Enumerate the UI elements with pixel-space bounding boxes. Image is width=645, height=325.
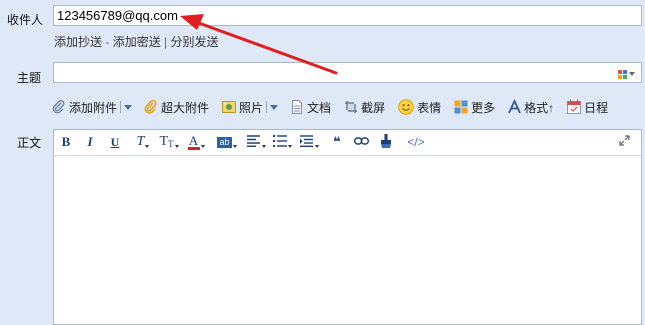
bold-icon: B — [61, 134, 71, 149]
calendar-icon — [567, 100, 582, 114]
add-attachment-button[interactable]: 添加附件 — [52, 99, 117, 116]
chevron-down-icon — [174, 144, 179, 148]
big-attachment-label: 超大附件 — [161, 100, 210, 115]
bg-color-icon: ab — [217, 136, 232, 148]
apps-grid-icon — [454, 100, 468, 114]
font-size-small-t: T — [168, 139, 174, 149]
add-attachment-label: 添加附件 — [69, 100, 118, 115]
attachment-dropdown-icon[interactable] — [124, 104, 133, 110]
document-icon — [290, 100, 304, 114]
recipient-label: 收件人 — [7, 13, 44, 27]
align-button[interactable] — [246, 134, 266, 150]
italic-icon: I — [87, 134, 93, 149]
code-icon: </> — [407, 135, 425, 149]
scissors-icon — [344, 100, 358, 114]
link-button[interactable] — [353, 134, 369, 150]
divider — [120, 101, 122, 113]
format-button[interactable]: 格式↑ — [508, 98, 555, 116]
indent-icon — [299, 134, 314, 150]
add-cc-link[interactable]: 添加抄送 — [54, 35, 102, 49]
chevron-down-icon — [261, 144, 266, 148]
divider — [266, 101, 268, 113]
font-color-bar — [187, 146, 200, 150]
recipient-field[interactable]: 123456789@qq.com — [53, 5, 642, 26]
separate-send-link[interactable]: 分别发送 — [171, 35, 219, 49]
subject-label: 主题 — [17, 71, 42, 85]
format-label: 格式↑ — [524, 100, 555, 115]
bullet-list-icon — [272, 134, 287, 150]
divider: | — [164, 35, 168, 49]
photo-icon — [222, 100, 237, 114]
screenshot-button[interactable]: 截屏 — [344, 99, 385, 116]
emoji-label: 表情 — [417, 100, 442, 115]
more-button[interactable]: 更多 — [454, 99, 495, 116]
calendar-button[interactable]: 日程 — [567, 99, 608, 116]
document-button[interactable]: 文档 — [290, 99, 331, 116]
font-color-letter: A — [188, 132, 199, 148]
photo-button[interactable]: 照片 — [222, 99, 263, 116]
paperclip-icon — [52, 100, 66, 114]
font-family-icon: T — [136, 134, 145, 149]
quote-button[interactable]: ❝ — [330, 134, 344, 150]
big-paperclip-icon — [144, 99, 158, 114]
chevron-down-icon — [145, 144, 150, 148]
editor-toolbar: B I U T T T A ab ❝ </> — [54, 130, 641, 156]
smiley-icon — [398, 99, 414, 115]
separator: - — [102, 35, 113, 49]
bullet-list-button[interactable] — [272, 134, 292, 150]
bold-button[interactable]: B — [60, 134, 72, 150]
recipient-value: 123456789@qq.com — [57, 8, 178, 23]
source-code-button[interactable]: </> — [404, 134, 428, 150]
screenshot-label: 截屏 — [361, 100, 386, 115]
stationery-grid-icon[interactable] — [618, 68, 627, 79]
chevron-down-icon[interactable] — [629, 72, 635, 76]
clear-format-button[interactable] — [379, 133, 393, 151]
quote-icon: ❝ — [333, 134, 341, 149]
expand-icon — [618, 135, 630, 149]
font-color-icon: A — [187, 132, 200, 150]
add-bcc-link[interactable]: 添加密送 — [113, 35, 161, 49]
font-color-button[interactable]: A — [187, 134, 205, 150]
big-attachment-button[interactable]: 超大附件 — [144, 99, 209, 116]
more-label: 更多 — [471, 100, 496, 115]
photo-label: 照片 — [239, 100, 264, 115]
photo-dropdown-icon[interactable] — [270, 104, 279, 110]
link-icon — [353, 135, 369, 149]
emoji-button[interactable]: 表情 — [398, 99, 441, 116]
calendar-label: 日程 — [584, 100, 609, 115]
message-editor[interactable]: B I U T T T A ab ❝ </> — [53, 129, 642, 325]
fullscreen-button[interactable] — [617, 134, 631, 150]
chevron-down-icon — [200, 144, 205, 148]
indent-button[interactable] — [299, 134, 319, 150]
italic-button[interactable]: I — [84, 134, 96, 150]
compose-toolbar: 添加附件 超大附件 照片 文档 截屏 表情 更多 格式↑ 日程 — [52, 98, 608, 116]
letter-a-icon — [508, 98, 521, 114]
subject-field[interactable] — [53, 62, 642, 83]
font-size-button[interactable]: T T — [159, 134, 179, 150]
recipient-options: 添加抄送 - 添加密送 | 分别发送 — [54, 33, 219, 50]
bg-color-button[interactable]: ab — [216, 134, 238, 150]
chevron-down-icon — [232, 144, 237, 148]
font-size-icon: T — [159, 134, 169, 149]
underline-icon: U — [110, 134, 120, 149]
align-left-icon — [246, 134, 261, 150]
document-label: 文档 — [307, 100, 332, 115]
chevron-down-icon — [287, 144, 292, 148]
font-family-button[interactable]: T — [134, 134, 152, 150]
body-label: 正文 — [17, 136, 42, 150]
chevron-down-icon — [314, 144, 319, 148]
underline-button[interactable]: U — [109, 134, 121, 150]
brush-icon — [380, 133, 392, 151]
